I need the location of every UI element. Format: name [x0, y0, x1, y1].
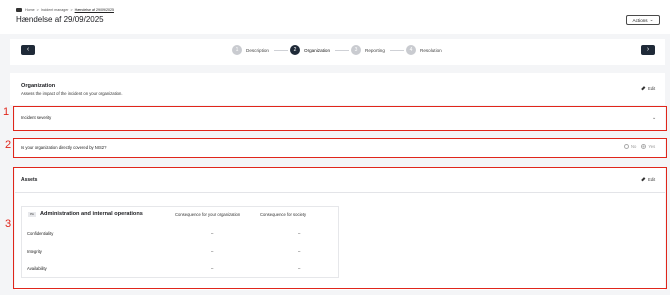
page-title: Hændelse af 29/09/2025 [16, 15, 104, 24]
section-title: Organization [21, 83, 56, 89]
step-number: 1 [232, 45, 242, 55]
page-header: Home > Incident manager > Hændelse af 29… [0, 0, 670, 34]
step-connector [274, 50, 288, 51]
step-number: 4 [406, 45, 416, 55]
breadcrumb-current[interactable]: Hændelse af 29/09/2025 [75, 8, 114, 12]
actions-button[interactable]: Actions ⌄ [626, 15, 660, 25]
chevron-down-icon: ⌄ [649, 17, 654, 22]
step-reporting[interactable]: 3 Reporting [351, 45, 385, 55]
previous-step-button[interactable]: ‹ [21, 45, 35, 55]
annotation-marker-3: 3 [5, 218, 12, 230]
breadcrumb-separator: > [70, 8, 73, 12]
step-label: Reporting [365, 47, 385, 53]
edit-organization-button[interactable]: Edit [641, 85, 656, 92]
step-connector [390, 50, 404, 51]
actions-label: Actions [632, 17, 648, 23]
step-label: Description [246, 47, 269, 53]
next-step-button[interactable]: › [641, 45, 655, 55]
step-number: 2 [290, 45, 300, 55]
breadcrumb-separator: > [36, 8, 39, 12]
step-label: Organization [304, 47, 331, 53]
annotation-marker-2: 2 [5, 139, 12, 151]
edit-label: Edit [648, 86, 656, 91]
step-number: 3 [351, 45, 361, 55]
annotation-box-2 [13, 138, 667, 158]
step-label: Resolution [420, 47, 442, 53]
step-description[interactable]: 1 Description [232, 45, 269, 55]
annotation-box-1 [13, 106, 667, 131]
organization-card: Organization Assess the impact of the in… [10, 73, 665, 105]
home-icon[interactable] [16, 8, 22, 12]
annotation-marker-1: 1 [3, 106, 10, 118]
breadcrumb-home[interactable]: Home [25, 8, 35, 12]
step-resolution[interactable]: 4 Resolution [406, 45, 442, 55]
breadcrumb: Home > Incident manager > Hændelse af 29… [16, 8, 114, 12]
section-subtitle: Assess the impact of the incident on you… [21, 91, 123, 96]
annotation-box-3 [13, 167, 667, 289]
breadcrumb-incident-manager[interactable]: Incident manager [41, 8, 69, 12]
step-connector [335, 50, 349, 51]
stepper: ‹ 1 Description 2 Organization 3 Reporti… [10, 39, 665, 65]
pencil-icon [641, 85, 647, 92]
step-organization[interactable]: 2 Organization [290, 45, 330, 55]
